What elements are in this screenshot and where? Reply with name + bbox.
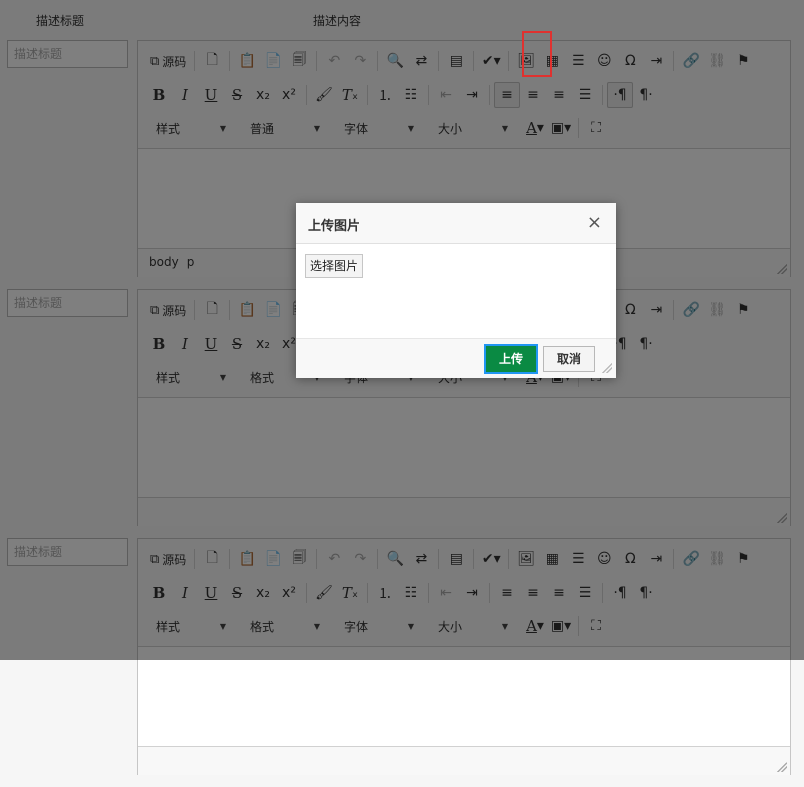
dialog-body: 选择图片: [296, 244, 616, 338]
image-button-highlight: [522, 31, 552, 77]
editor-status-bar: [138, 746, 790, 775]
close-icon[interactable]: ×: [587, 212, 602, 233]
dialog-header: 上传图片 ×: [296, 203, 616, 244]
editor-resize-handle[interactable]: [777, 762, 787, 772]
choose-image-button[interactable]: 选择图片: [305, 254, 364, 278]
upload-image-dialog: 上传图片 × 选择图片 上传 取消: [296, 203, 616, 378]
dialog-resize-handle[interactable]: [602, 363, 612, 373]
dialog-footer: 上传 取消: [296, 338, 616, 378]
cancel-button[interactable]: 取消: [543, 346, 595, 372]
dialog-title: 上传图片: [308, 219, 361, 234]
upload-button[interactable]: 上传: [484, 344, 538, 374]
editor-content-area[interactable]: [138, 647, 790, 746]
